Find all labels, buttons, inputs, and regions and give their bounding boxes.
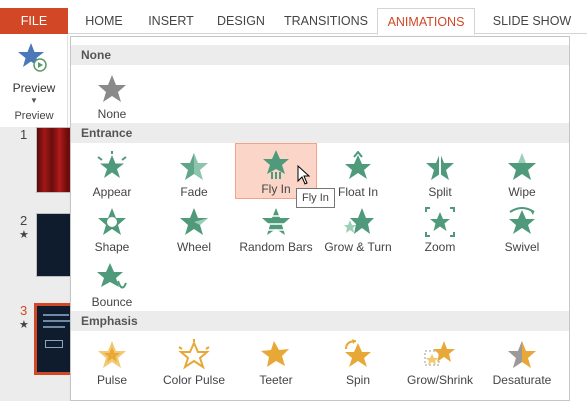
animation-none[interactable]: None: [71, 69, 153, 123]
animation-label: Desaturate: [492, 373, 552, 387]
fly-in-star-icon: [263, 150, 289, 179]
animation-fade[interactable]: Fade: [153, 147, 235, 201]
animation-gallery: None None Entrance Appear Fade Fly In Fl…: [70, 36, 570, 401]
animation-label: Color Pulse: [162, 373, 226, 387]
preview-star-icon: [18, 43, 47, 72]
wheel-star-icon: [180, 208, 208, 235]
section-header-none: None: [71, 45, 569, 65]
preview-group-label: Preview: [14, 110, 54, 122]
animation-label: Spin: [345, 373, 371, 387]
animation-pulse[interactable]: Pulse: [71, 335, 153, 389]
animation-label: Grow/Shrink: [406, 373, 474, 387]
animation-wheel[interactable]: Wheel: [153, 202, 235, 256]
animation-spin[interactable]: Spin: [317, 335, 399, 389]
animation-label: Random Bars: [239, 240, 313, 254]
animation-swivel[interactable]: Swivel: [481, 202, 563, 256]
animation-label: Wipe: [508, 185, 536, 199]
ribbon-tab-bar: FILE HOME INSERT DESIGN TRANSITIONS ANIM…: [0, 0, 587, 35]
animation-star-icon: ★: [19, 319, 29, 331]
preview-group: Preview ▼ Preview: [0, 35, 68, 127]
gallery-scroll-area[interactable]: [570, 36, 587, 401]
animation-label: Zoom: [424, 240, 456, 254]
tab-design[interactable]: DESIGN: [210, 8, 272, 34]
thumbnail-shape: [45, 340, 63, 348]
slide-thumbnail-pane: 1 2 ★ 3 ★: [0, 127, 78, 401]
animation-split[interactable]: Split: [399, 147, 481, 201]
animation-color-pulse[interactable]: Color Pulse: [153, 335, 235, 389]
fade-star-icon: [180, 153, 208, 180]
animation-label: Shape: [94, 240, 130, 254]
spin-star-icon: [345, 339, 371, 367]
shape-star-icon: [98, 208, 126, 235]
tab-home[interactable]: HOME: [76, 8, 132, 34]
animation-shape[interactable]: Shape: [71, 202, 153, 256]
animation-wipe[interactable]: Wipe: [481, 147, 563, 201]
slide-number-3: 3: [20, 303, 28, 318]
animation-appear[interactable]: Appear: [71, 147, 153, 201]
animation-random-bars[interactable]: Random Bars: [235, 202, 317, 256]
animation-label: Pulse: [96, 373, 128, 387]
slide-number-2: 2: [20, 213, 28, 228]
grow-shrink-star-icon: [424, 341, 455, 366]
tab-slide-show[interactable]: SLIDE SHOW: [484, 8, 580, 34]
preview-button[interactable]: Preview ▼: [6, 39, 62, 105]
wipe-star-icon: [508, 153, 536, 180]
section-header-entrance: Entrance: [71, 123, 569, 143]
zoom-star-icon: [425, 207, 455, 237]
tab-transitions[interactable]: TRANSITIONS: [281, 8, 371, 34]
section-header-emphasis: Emphasis: [71, 311, 569, 331]
animation-grow-shrink[interactable]: Grow/Shrink: [399, 335, 481, 389]
split-star-icon: [426, 151, 454, 183]
animation-label: Bounce: [91, 295, 133, 309]
preview-label: Preview: [12, 81, 56, 95]
tab-file[interactable]: FILE: [0, 8, 68, 34]
animation-label: None: [97, 107, 127, 121]
desaturate-star-icon: [508, 341, 536, 368]
animation-bounce[interactable]: Bounce: [71, 257, 153, 311]
animation-star-icon: ★: [19, 229, 29, 241]
color-pulse-star-icon: [178, 339, 210, 370]
animation-zoom[interactable]: Zoom: [399, 202, 481, 256]
star-gray-icon: [98, 75, 126, 102]
float-in-star-icon: [345, 151, 371, 179]
animation-desaturate[interactable]: Desaturate: [481, 335, 563, 389]
tooltip: Fly In: [296, 188, 335, 208]
random-bars-star-icon: [260, 208, 292, 235]
animation-label: Split: [428, 185, 452, 199]
animation-label: Appear: [92, 185, 132, 199]
grow-turn-star-icon: [344, 208, 374, 234]
tab-animations[interactable]: ANIMATIONS: [377, 8, 475, 35]
swivel-star-icon: [509, 207, 535, 234]
mouse-cursor-icon: [297, 165, 311, 185]
animation-label: Swivel: [504, 240, 540, 254]
animation-teeter[interactable]: Teeter: [235, 335, 317, 389]
animation-label: Fade: [180, 185, 208, 199]
slide-number-1: 1: [20, 127, 28, 142]
teeter-star-icon: [261, 341, 289, 367]
animation-grow-and-turn[interactable]: Grow & Turn: [317, 202, 399, 256]
chevron-down-icon[interactable]: ▼: [6, 96, 62, 105]
animation-label: Teeter: [259, 373, 293, 387]
bounce-star-icon: [97, 263, 127, 289]
tab-insert[interactable]: INSERT: [140, 8, 202, 34]
appear-star-icon: [97, 151, 127, 178]
animation-label: Wheel: [176, 240, 211, 254]
animation-label: Grow & Turn: [324, 240, 392, 254]
pulse-star-icon: [98, 341, 126, 368]
